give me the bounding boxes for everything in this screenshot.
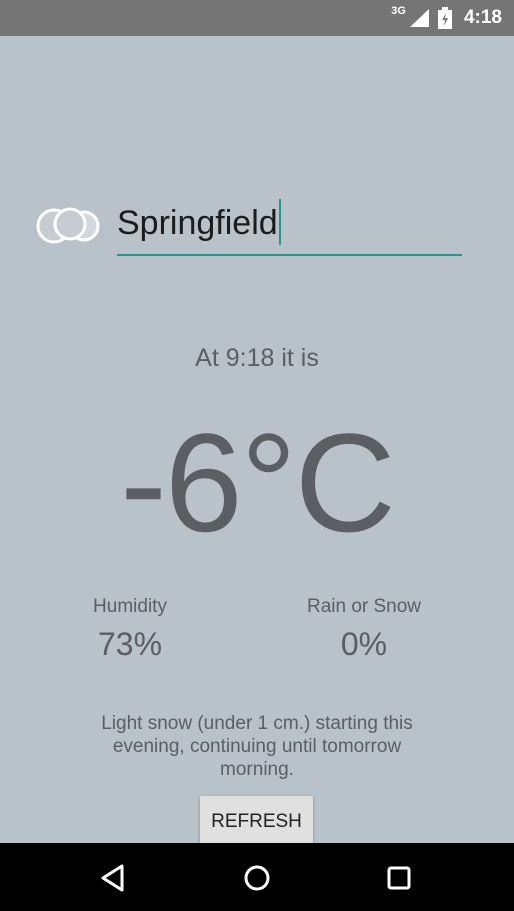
status-bar: 3G 4:18 bbox=[0, 0, 514, 36]
humidity-value: 73% bbox=[97, 626, 163, 662]
temperature-value: -6°C bbox=[120, 404, 396, 561]
status-clock: 4:18 bbox=[463, 7, 502, 28]
signal-icon bbox=[409, 9, 429, 27]
observation-time: At 9:18 it is bbox=[195, 344, 319, 372]
refresh-button[interactable]: REFRESH bbox=[200, 796, 313, 847]
cloud-icon bbox=[36, 207, 100, 244]
city-input[interactable]: Springfield bbox=[117, 196, 462, 256]
precipitation-value: 0% bbox=[340, 626, 388, 662]
city-input-value: Springfield bbox=[117, 203, 278, 242]
battery-icon bbox=[437, 7, 452, 29]
forecast-description: Light snow (under 1 cm.) starting this e… bbox=[101, 713, 413, 780]
text-cursor bbox=[278, 199, 281, 245]
precipitation-label: Rain or Snow bbox=[306, 596, 422, 617]
navigation-bar bbox=[0, 843, 514, 911]
weather-app: Springfield At 9:18 it is -6°C Humidity … bbox=[0, 36, 514, 847]
recents-icon[interactable] bbox=[381, 860, 417, 896]
home-icon[interactable] bbox=[239, 860, 275, 896]
precipitation-stat: Rain or Snow 0% bbox=[284, 596, 444, 663]
humidity-stat: Humidity 73% bbox=[50, 596, 210, 663]
back-icon[interactable] bbox=[96, 860, 132, 896]
humidity-label: Humidity bbox=[93, 596, 167, 617]
status-icons: 3G 4:18 bbox=[391, 0, 502, 36]
network-type-label: 3G bbox=[391, 5, 406, 17]
